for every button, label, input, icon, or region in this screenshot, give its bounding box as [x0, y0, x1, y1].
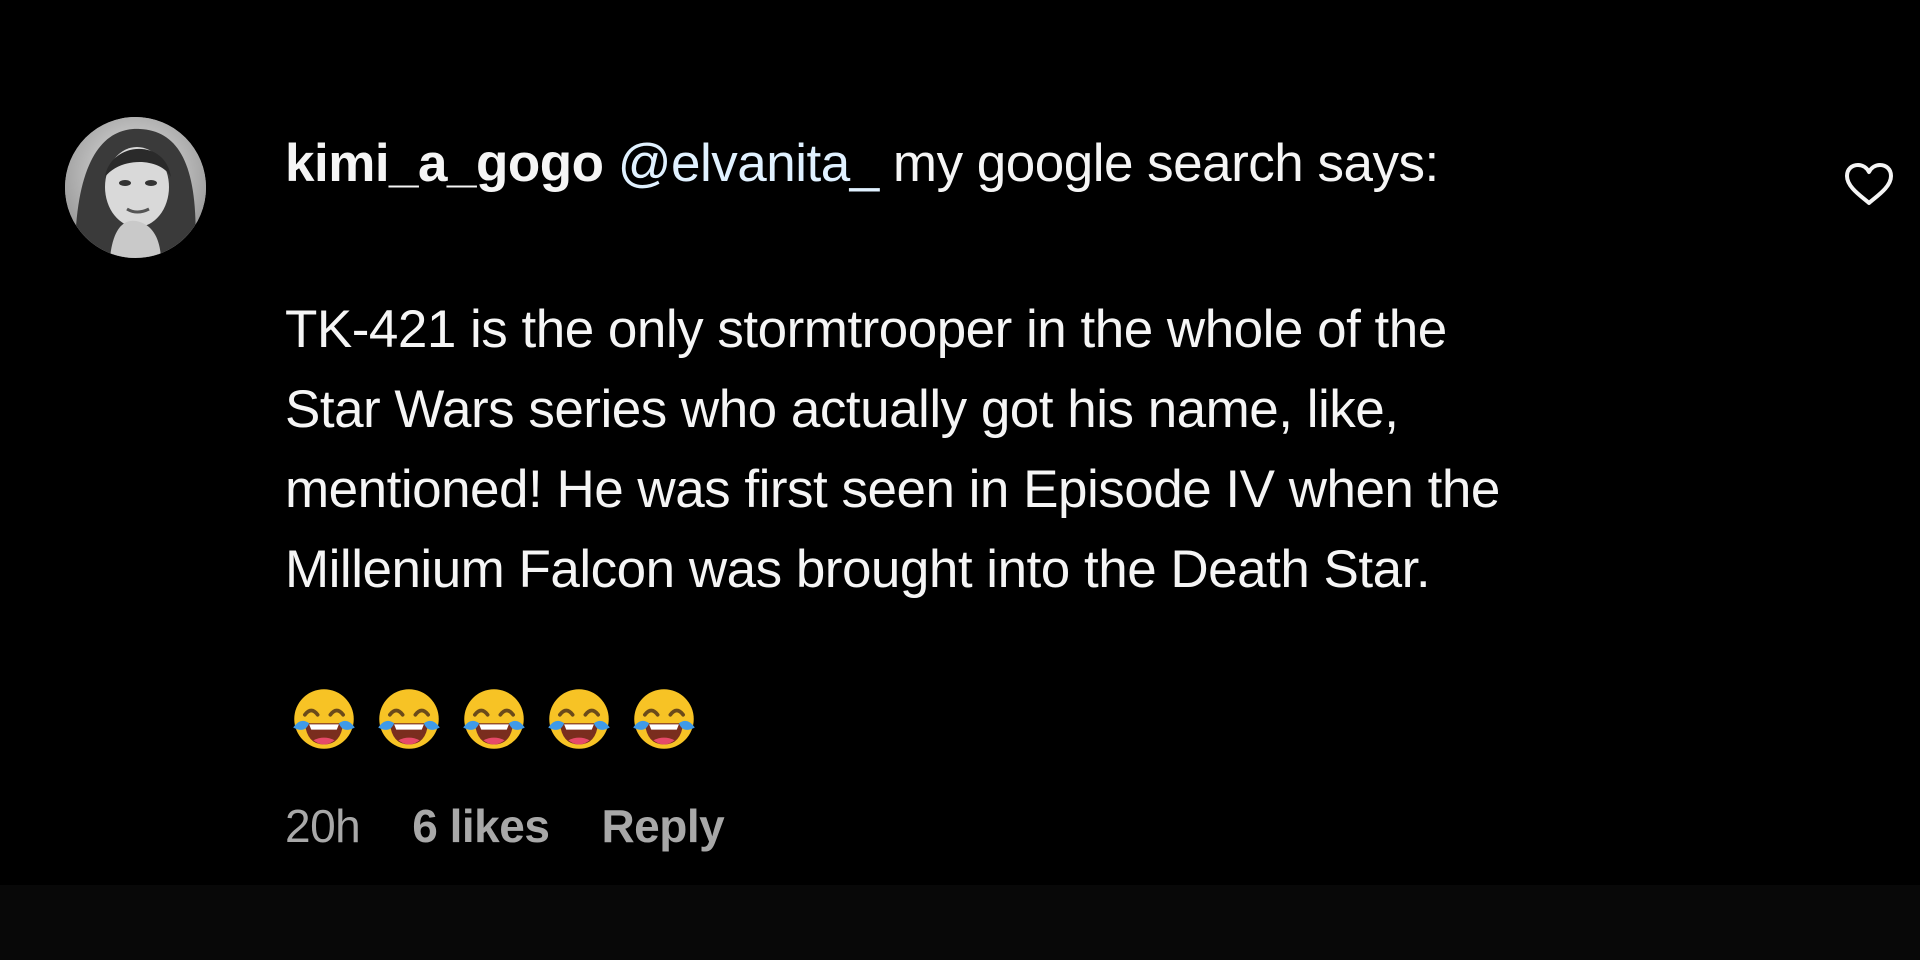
tears-of-joy-emoji	[463, 689, 525, 749]
tears-of-joy-emoji	[378, 689, 440, 749]
emoji-row	[290, 685, 698, 755]
comment-body-line: mentioned! He was first seen in Episode …	[285, 460, 1500, 519]
bottom-divider-strip	[0, 885, 1920, 960]
comment-item: kimi_a_gogo @elvanita_ my google search …	[0, 0, 1920, 885]
comment-body-line: Millenium Falcon was brought into the De…	[285, 540, 1431, 599]
comment-header-text: my google search says:	[892, 134, 1439, 193]
comment-meta: 20h 6 likes Reply	[285, 798, 725, 854]
comment-timestamp[interactable]: 20h	[285, 798, 361, 854]
comment-header: kimi_a_gogo @elvanita_ my google search …	[285, 132, 1439, 196]
avatar[interactable]	[65, 117, 206, 258]
tears-of-joy-emoji	[633, 689, 695, 749]
comment-body-line: TK-421 is the only stormtrooper in the w…	[285, 300, 1447, 359]
comment-body: TK-421 is the only stormtrooper in the w…	[285, 290, 1765, 610]
tears-of-joy-emoji	[293, 689, 355, 749]
mention-link[interactable]: @elvanita_	[618, 134, 879, 193]
username-link[interactable]: kimi_a_gogo	[285, 134, 604, 193]
heart-outline-icon[interactable]	[1843, 161, 1895, 207]
likes-count[interactable]: 6 likes	[412, 798, 550, 854]
comment-body-line: Star Wars series who actually got his na…	[285, 380, 1399, 439]
tears-of-joy-emoji	[548, 689, 610, 749]
reply-button[interactable]: Reply	[601, 798, 724, 854]
